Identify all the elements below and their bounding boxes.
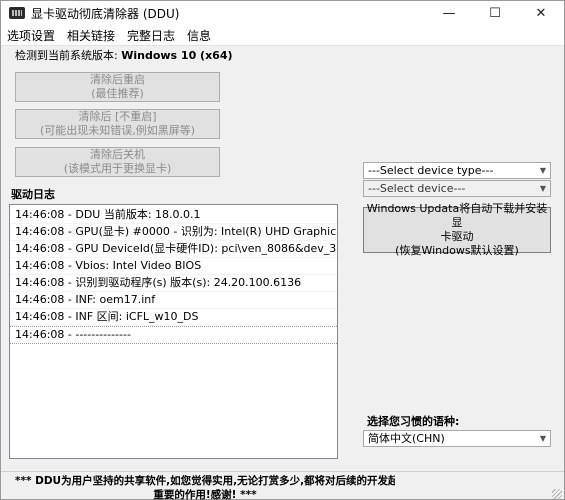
language-value: 简体中文(CHN)	[368, 432, 445, 445]
clean-restart-sublabel: (最佳推荐)	[91, 87, 144, 100]
menu-links[interactable]: 相关链接	[61, 27, 121, 44]
chevron-down-icon: ▼	[539, 166, 546, 175]
detected-os-value: Windows 10 (x64)	[121, 49, 233, 62]
donation-message[interactable]: *** DDU为用户坚持的共享软件,如您觉得实用,无论打赏多少,都将对后续的开发…	[15, 474, 395, 500]
log-row: 14:46:08 - INF: oem17.inf	[10, 292, 337, 309]
chevron-down-icon: ▼	[539, 434, 546, 443]
menu-info[interactable]: 信息	[181, 27, 217, 44]
menu-options[interactable]: 选项设置	[1, 27, 61, 44]
windows-update-button[interactable]: Windows Updata将自动下载并安装显 卡驱动 (恢复Windows默认…	[363, 202, 551, 257]
log-row: 14:46:08 - Vbios: Intel Video BIOS	[10, 258, 337, 275]
donation-message-line1: *** DDU为用户坚持的共享软件,如您觉得实用,无论打赏多少,都将对后续的开发…	[15, 475, 395, 487]
window-controls: — ☐ ✕	[426, 1, 564, 25]
log-row: 14:46:08 - GPU DeviceId(显卡硬件ID): pci\ven…	[10, 241, 337, 258]
windows-update-label: Windows Updata将自动下载并安装显	[366, 202, 548, 229]
windows-update-label-2: 卡驱动	[440, 230, 474, 243]
device-type-select[interactable]: ---Select device type--- ▼	[363, 162, 551, 179]
clean-restart-button[interactable]: 清除后重启 (最佳推荐)	[15, 72, 220, 102]
menu-bar: 选项设置 相关链接 完整日志 信息	[1, 25, 564, 46]
minimize-button[interactable]: —	[426, 1, 472, 25]
device-value: ---Select device---	[368, 182, 466, 195]
log-row: 14:46:08 - --------------	[10, 326, 337, 344]
app-icon	[9, 7, 25, 19]
clean-shutdown-sublabel: (该模式用于更换显卡)	[63, 162, 172, 175]
window-title: 显卡驱动彻底清除器 (DDU)	[31, 6, 180, 21]
clean-restart-label: 清除后重启	[90, 73, 145, 86]
detected-os-prefix: 检测到当前系统版本:	[15, 49, 118, 62]
log-row: 14:46:08 - GPU(显卡) #0000 - 识别为: Intel(R)…	[10, 224, 337, 241]
clean-no-restart-button[interactable]: 清除后 [不重启] (可能出现未知错误,例如黑屏等)	[15, 109, 220, 139]
windows-update-sublabel: (恢复Windows默认设置)	[395, 244, 519, 257]
log-label: 驱动日志	[11, 188, 55, 201]
device-type-value: ---Select device type---	[368, 164, 494, 177]
detected-os: 检测到当前系统版本: Windows 10 (x64)	[15, 47, 233, 63]
app-window: 显卡驱动彻底清除器 (DDU) — ☐ ✕ 选项设置 相关链接 完整日志 信息 …	[0, 0, 565, 500]
clean-shutdown-button[interactable]: 清除后关机 (该模式用于更换显卡)	[15, 147, 220, 177]
language-label: 选择您习惯的语种:	[367, 415, 460, 428]
clean-no-restart-sublabel: (可能出现未知错误,例如黑屏等)	[39, 124, 196, 137]
log-row: 14:46:08 - DDU 当前版本: 18.0.0.1	[10, 207, 337, 224]
close-button[interactable]: ✕	[518, 1, 564, 25]
clean-no-restart-label: 清除后 [不重启]	[78, 110, 157, 123]
resize-grip[interactable]	[552, 489, 562, 499]
clean-shutdown-label: 清除后关机	[90, 148, 145, 161]
menu-full-log[interactable]: 完整日志	[121, 27, 181, 44]
chevron-down-icon: ▼	[539, 184, 546, 193]
device-select[interactable]: ---Select device--- ▼	[363, 180, 551, 197]
footer-bar: *** DDU为用户坚持的共享软件,如您觉得实用,无论打赏多少,都将对后续的开发…	[1, 471, 564, 500]
language-select[interactable]: 简体中文(CHN) ▼	[363, 430, 551, 447]
log-row: 14:46:08 - INF 区间: iCFL_w10_DS	[10, 309, 337, 326]
maximize-button[interactable]: ☐	[472, 1, 518, 25]
log-list[interactable]: 14:46:08 - DDU 当前版本: 18.0.0.1 14:46:08 -…	[9, 204, 338, 459]
log-row: 14:46:08 - 识别到驱动程序(s) 版本(s): 24.20.100.6…	[10, 275, 337, 292]
title-bar: 显卡驱动彻底清除器 (DDU) — ☐ ✕	[1, 1, 564, 25]
donation-message-line2: 重要的作用!感谢! ***	[153, 489, 257, 500]
